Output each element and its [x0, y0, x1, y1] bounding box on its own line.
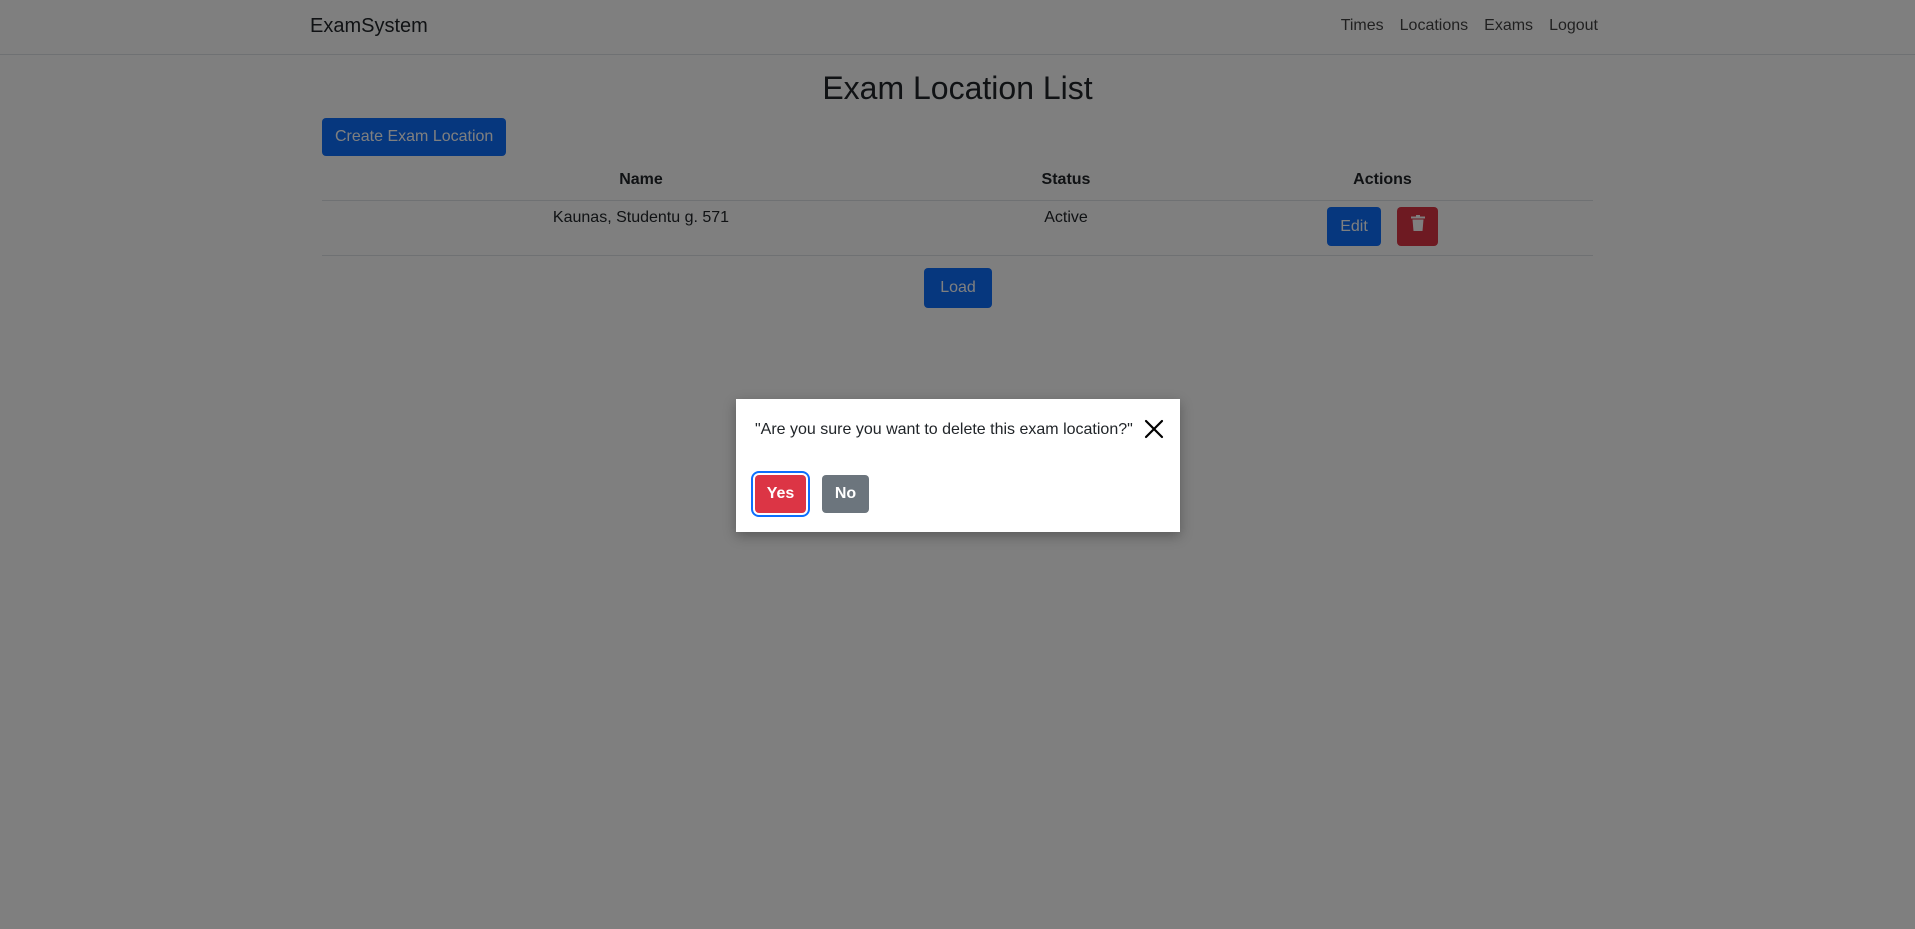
page: ExamSystem Times Locations Exams Logout …: [0, 0, 1915, 929]
modal-message: "Are you sure you want to delete this ex…: [755, 421, 1133, 438]
confirm-no-button[interactable]: No: [822, 475, 869, 513]
confirm-yes-button[interactable]: Yes: [755, 475, 806, 513]
close-icon[interactable]: [1142, 417, 1166, 441]
delete-confirm-modal: "Are you sure you want to delete this ex…: [736, 399, 1180, 532]
